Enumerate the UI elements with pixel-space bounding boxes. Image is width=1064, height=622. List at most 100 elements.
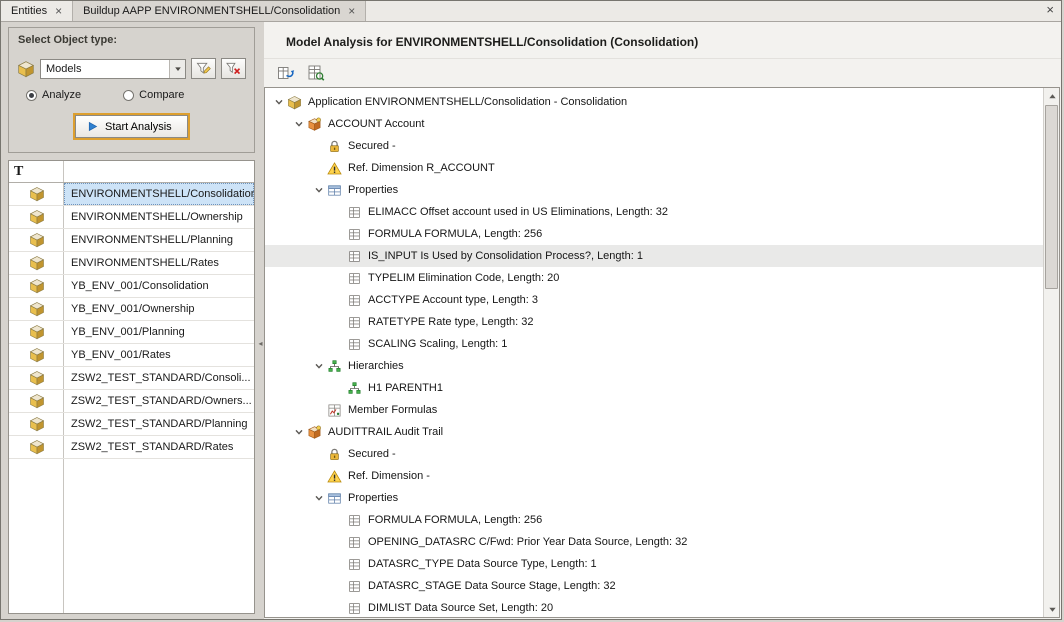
tree-node[interactable]: Ref. Dimension -: [265, 465, 1043, 487]
tree-node[interactable]: RATETYPE Rate type, Length: 32: [265, 311, 1043, 333]
lock-icon: [326, 447, 342, 462]
page-title: Model Analysis for ENVIRONMENTSHELL/Cons…: [264, 22, 1061, 59]
model-label-cell: YB_ENV_001/Consolidation: [64, 275, 254, 297]
filter-button[interactable]: [191, 58, 216, 79]
model-list-item[interactable]: ZSW2_TEST_STANDARD/Planning: [9, 413, 254, 436]
tree-node[interactable]: TYPELIM Elimination Code, Length: 20: [265, 267, 1043, 289]
model-icon-cell: [9, 206, 64, 228]
tree-node-label: Properties: [348, 184, 398, 196]
tree-node[interactable]: Application ENVIRONMENTSHELL/Consolidati…: [265, 91, 1043, 113]
export-table-button[interactable]: [274, 61, 298, 85]
property-icon: [346, 315, 362, 330]
scrollbar-thumb[interactable]: [1045, 105, 1058, 289]
chevron-down-icon[interactable]: [169, 60, 185, 78]
model-icon-cell: [9, 321, 64, 343]
tab-close-icon[interactable]: ×: [348, 5, 355, 17]
tree-node[interactable]: H1 PARENTH1: [265, 377, 1043, 399]
tree-indent: [271, 168, 311, 169]
property-icon: [346, 227, 362, 242]
model-list-item[interactable]: YB_ENV_001/Ownership: [9, 298, 254, 321]
model-list-item[interactable]: ENVIRONMENTSHELL/Ownership: [9, 206, 254, 229]
tree-indent: [271, 344, 331, 345]
model-list-item[interactable]: YB_ENV_001/Rates: [9, 344, 254, 367]
tab-buildup-analysis[interactable]: Buildup AAPP ENVIRONMENTSHELL/Consolidat…: [73, 1, 366, 21]
tree-node[interactable]: OPENING_DATASRC C/Fwd: Prior Year Data S…: [265, 531, 1043, 553]
tree-node[interactable]: Properties: [265, 179, 1043, 201]
radio-compare[interactable]: Compare: [123, 89, 184, 101]
tree-node[interactable]: Secured -: [265, 443, 1043, 465]
collapse-panel-icon[interactable]: ◂: [257, 330, 264, 356]
scroll-down-button[interactable]: [1044, 601, 1060, 617]
tree-node-label: FORMULA FORMULA, Length: 256: [368, 228, 542, 240]
tree-node[interactable]: AUDITTRAIL Audit Trail: [265, 421, 1043, 443]
model-label: YB_ENV_001/Ownership: [71, 303, 195, 315]
tree-node-label: Ref. Dimension R_ACCOUNT: [348, 162, 495, 174]
start-analysis-button[interactable]: Start Analysis: [75, 115, 188, 138]
tree-node[interactable]: DATASRC_STAGE Data Source Stage, Length:…: [265, 575, 1043, 597]
model-label: ZSW2_TEST_STANDARD/Owners...: [71, 395, 252, 407]
model-label: ZSW2_TEST_STANDARD/Planning: [71, 418, 247, 430]
tree-node[interactable]: FORMULA FORMULA, Length: 256: [265, 223, 1043, 245]
chevron-down-icon[interactable]: [311, 493, 326, 503]
tree-node[interactable]: ELIMACC Offset account used in US Elimin…: [265, 201, 1043, 223]
scroll-up-button[interactable]: [1044, 88, 1060, 104]
object-type-select[interactable]: Models: [40, 59, 186, 79]
dimension-icon: [306, 117, 322, 132]
model-list-item[interactable]: ZSW2_TEST_STANDARD/Rates: [9, 436, 254, 459]
tree-node[interactable]: Member Formulas: [265, 399, 1043, 421]
models-package-icon: [29, 416, 45, 432]
tree-node[interactable]: IS_INPUT Is Used by Consolidation Proces…: [265, 245, 1043, 267]
tree-node-label: RATETYPE Rate type, Length: 32: [368, 316, 534, 328]
tree-indent: [271, 234, 331, 235]
object-type-value: Models: [41, 63, 169, 75]
chevron-down-icon[interactable]: [271, 97, 286, 107]
tree-node[interactable]: ACCTYPE Account type, Length: 3: [265, 289, 1043, 311]
radio-analyze[interactable]: Analyze: [26, 89, 81, 101]
member-formulas-icon: [326, 403, 342, 418]
chevron-down-icon[interactable]: [291, 119, 306, 129]
tree-node[interactable]: FORMULA FORMULA, Length: 256: [265, 509, 1043, 531]
models-package-icon: [29, 393, 45, 409]
tree-node[interactable]: Ref. Dimension R_ACCOUNT: [265, 157, 1043, 179]
tab-entities[interactable]: Entities ×: [1, 1, 73, 21]
tab-label: Entities: [11, 5, 47, 17]
model-list-item[interactable]: ENVIRONMENTSHELL/Planning: [9, 229, 254, 252]
chevron-down-icon[interactable]: [311, 361, 326, 371]
model-list-item[interactable]: YB_ENV_001/Consolidation: [9, 275, 254, 298]
tree-indent: [271, 212, 331, 213]
models-package-icon: [29, 347, 45, 363]
model-list-item[interactable]: ENVIRONMENTSHELL/Rates: [9, 252, 254, 275]
tree-node-label: Secured -: [348, 140, 396, 152]
tree-node[interactable]: Secured -: [265, 135, 1043, 157]
property-icon: [346, 579, 362, 594]
vertical-scrollbar[interactable]: [1043, 88, 1059, 617]
model-label: ZSW2_TEST_STANDARD/Consoli...: [71, 372, 251, 384]
left-panel: Select Object type: Models AnalyzeCompar…: [1, 22, 257, 619]
model-list-item[interactable]: ZSW2_TEST_STANDARD/Consoli...: [9, 367, 254, 390]
chevron-down-icon[interactable]: [311, 185, 326, 195]
model-label: ENVIRONMENTSHELL/Rates: [71, 257, 219, 269]
model-label: YB_ENV_001/Consolidation: [71, 280, 209, 292]
tree-node[interactable]: ACCOUNT Account: [265, 113, 1043, 135]
export-spreadsheet-button[interactable]: [304, 61, 328, 85]
model-list-item[interactable]: ENVIRONMENTSHELL/Consolidation: [9, 183, 254, 206]
models-package-icon: [29, 301, 45, 317]
export-spreadsheet-icon: [307, 64, 325, 82]
tree-node[interactable]: DATASRC_TYPE Data Source Type, Length: 1: [265, 553, 1043, 575]
model-list-header[interactable]: T: [9, 161, 254, 183]
tree-node[interactable]: DIMLIST Data Source Set, Length: 20: [265, 597, 1043, 617]
tab-close-icon[interactable]: ×: [55, 5, 62, 17]
clear-filter-button[interactable]: [221, 58, 246, 79]
close-icon[interactable]: ×: [1046, 3, 1054, 16]
tree-node[interactable]: SCALING Scaling, Length: 1: [265, 333, 1043, 355]
tree-node[interactable]: Hierarchies: [265, 355, 1043, 377]
tree-indent: [271, 278, 331, 279]
property-icon: [346, 293, 362, 308]
tree-node[interactable]: Properties: [265, 487, 1043, 509]
model-list-item[interactable]: ZSW2_TEST_STANDARD/Owners...: [9, 390, 254, 413]
warning-icon: [326, 161, 342, 176]
chevron-down-icon[interactable]: [291, 427, 306, 437]
model-list-item[interactable]: YB_ENV_001/Planning: [9, 321, 254, 344]
panel-splitter[interactable]: ◂: [257, 22, 264, 619]
tree-node-label: DATASRC_STAGE Data Source Stage, Length:…: [368, 580, 616, 592]
